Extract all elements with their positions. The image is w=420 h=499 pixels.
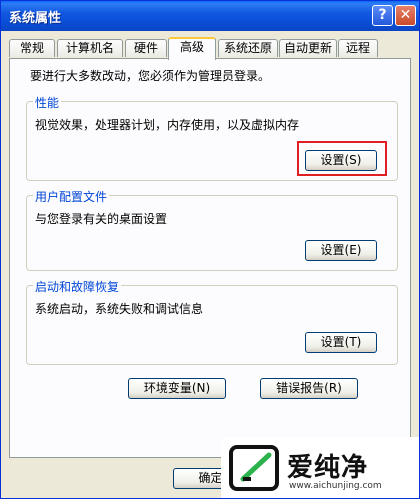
tab-label: 自动更新 [283, 41, 332, 55]
performance-description: 视觉效果，处理器计划，内存使用，以及虚拟内存 [35, 118, 300, 132]
user-profiles-group: 用户配置文件 与您登录有关的桌面设置 设置(E) [26, 188, 398, 271]
help-icon: ? [378, 7, 387, 23]
tab-label: 计算机名 [65, 41, 114, 55]
watermark-logo: 爱纯净 www.aichunjing.com [221, 437, 419, 498]
tab-computer-name[interactable]: 计算机名 [57, 39, 123, 57]
tab-system-restore[interactable]: 系统还原 [218, 39, 278, 57]
tab-hardware[interactable]: 硬件 [125, 39, 167, 57]
tab-label: 系统还原 [223, 41, 272, 55]
group-title-startup-recovery: 启动和故障恢复 [33, 278, 122, 295]
close-icon: ✕ [399, 7, 412, 23]
group-title-performance: 性能 [33, 94, 62, 111]
close-button[interactable]: ✕ [395, 5, 416, 26]
tab-label: 高级 [179, 40, 204, 54]
window-title: 系统属性 [9, 11, 62, 26]
tab-advanced[interactable]: 高级 [168, 37, 216, 60]
watermark-text: 爱纯净 [287, 453, 369, 483]
user-profiles-settings-button[interactable]: 设置(E) [305, 240, 377, 261]
watermark-icon [229, 445, 279, 491]
tab-label: 常规 [19, 41, 44, 55]
tab-label: 远程 [345, 41, 370, 55]
tab-label: 硬件 [133, 41, 158, 55]
tab-remote[interactable]: 远程 [338, 39, 378, 57]
startup-recovery-group: 启动和故障恢复 系统启动，系统失败和调试信息 设置(T) [26, 278, 398, 365]
user-profiles-description: 与您登录有关的桌面设置 [35, 212, 168, 226]
system-properties-window: 系统属性 ? ✕ 常规 计算机名 硬件 高级 系统还原 自动更新 远程 要进行大… [0, 0, 420, 499]
highlight-box [297, 141, 387, 176]
help-button[interactable]: ? [372, 5, 393, 26]
group-title-user-profiles: 用户配置文件 [33, 188, 110, 205]
environment-variables-button[interactable]: 环境变量(N) [128, 378, 226, 399]
startup-recovery-description: 系统启动，系统失败和调试信息 [35, 302, 204, 316]
advanced-tab-panel: 要进行大多数改动，您必须作为管理员登录。 性能 视觉效果，处理器计划，内存使用，… [9, 58, 411, 458]
tab-general[interactable]: 常规 [9, 39, 55, 57]
title-bar[interactable]: 系统属性 ? ✕ [1, 1, 419, 31]
watermark-url: www.aichunjing.com [289, 481, 382, 491]
startup-recovery-settings-button[interactable]: 设置(T) [305, 332, 377, 353]
error-reporting-button[interactable]: 错误报告(R) [260, 378, 358, 399]
tab-strip: 常规 计算机名 硬件 高级 系统还原 自动更新 远程 [9, 37, 413, 60]
tab-automatic-updates[interactable]: 自动更新 [279, 39, 337, 57]
admin-notice: 要进行大多数改动，您必须作为管理员登录。 [30, 69, 271, 83]
